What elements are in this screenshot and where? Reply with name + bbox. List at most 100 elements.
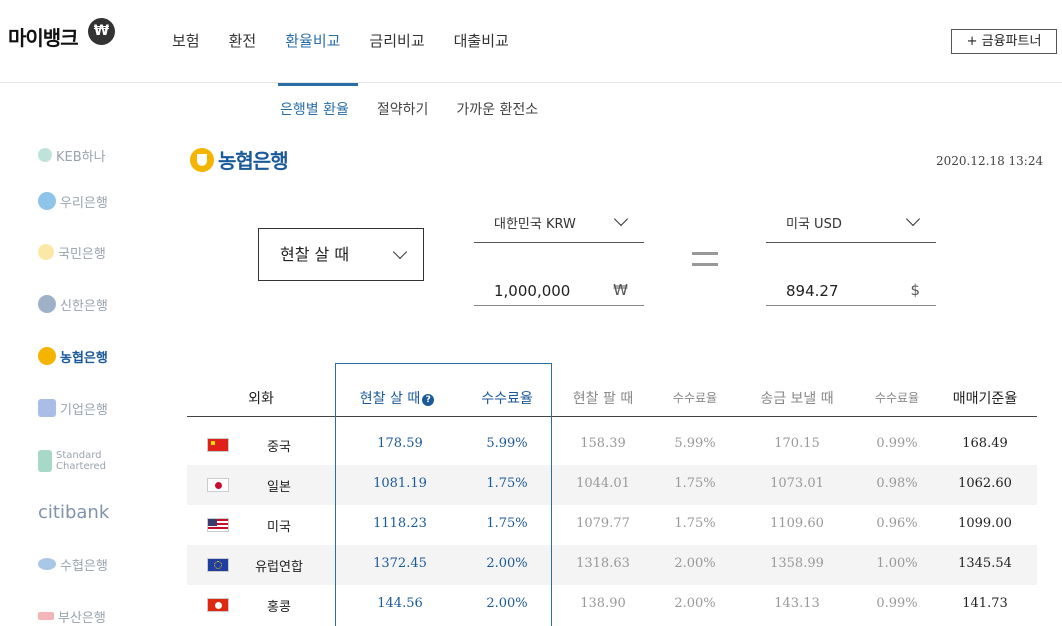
col-base-rate[interactable]: 매매기준율 bbox=[943, 388, 1027, 408]
col-cash-buy-fee[interactable]: 수수료율 bbox=[469, 388, 545, 408]
cash-buy-value: 178.59 bbox=[377, 436, 423, 451]
ibk-icon bbox=[38, 399, 56, 417]
sidebar-bank-label: Standard Chartered bbox=[56, 450, 107, 472]
to-currency-select[interactable]: 미국 USD bbox=[766, 211, 936, 243]
sidebar-bank-suhyup[interactable]: 수협은행 bbox=[38, 551, 108, 577]
nav-active-indicator bbox=[278, 83, 358, 86]
sidebar-bank-label: 농협은행 bbox=[60, 350, 108, 366]
tab-bank-rates[interactable]: 은행별 환율 bbox=[280, 99, 349, 119]
financial-partner-button[interactable]: + 금융파트너 bbox=[951, 29, 1057, 54]
hongkong-flag-icon bbox=[207, 598, 229, 612]
cash-buy-value: 144.56 bbox=[377, 596, 423, 611]
cash-buy-fee-value: 2.00% bbox=[486, 596, 528, 611]
kookmin-icon bbox=[38, 244, 54, 260]
cash-sell-value: 1318.63 bbox=[576, 556, 630, 571]
remit-send-value: 170.15 bbox=[774, 436, 820, 451]
cash-buy-fee-value: 1.75% bbox=[486, 476, 528, 491]
from-currency-value: 대한민국 KRW bbox=[494, 217, 576, 232]
remit-send-fee-value: 0.98% bbox=[876, 476, 918, 491]
sidebar-bank-woori[interactable]: 우리은행 bbox=[38, 188, 108, 214]
main-nav: 보험 환전 환율비교 금리비교 대출비교 bbox=[172, 30, 538, 51]
to-currency-value: 미국 USD bbox=[786, 217, 842, 232]
keb-hana-icon bbox=[38, 148, 52, 162]
chevron-down-icon bbox=[905, 211, 921, 227]
sidebar-bank-label: KEB하나 bbox=[56, 149, 106, 165]
cash-buy-value: 1372.45 bbox=[373, 556, 427, 571]
remit-send-fee-value: 0.99% bbox=[876, 436, 918, 451]
cash-sell-fee-value: 1.75% bbox=[674, 516, 716, 531]
from-amount-value: 1,000,000 bbox=[494, 282, 571, 300]
nav-exchange[interactable]: 환전 bbox=[229, 30, 257, 51]
transaction-type-select[interactable]: 현찰 살 때 bbox=[258, 228, 424, 281]
sidebar-bank-keb-hana[interactable]: KEB하나 bbox=[38, 142, 106, 168]
rate-timestamp: 2020.12.18 13:24 bbox=[936, 154, 1044, 168]
table-row-hongkong[interactable]: 홍콩 144.56 2.00% 138.90 2.00% 143.13 0.99… bbox=[187, 585, 1037, 625]
sidebar-bank-nonghyup[interactable]: 농협은행 bbox=[38, 343, 108, 369]
to-amount-input[interactable]: 894.27 $ bbox=[766, 276, 936, 306]
remit-send-fee-value: 1.00% bbox=[876, 556, 918, 571]
eu-flag-icon bbox=[207, 558, 229, 572]
col-currency: 외화 bbox=[248, 391, 274, 407]
col-remit-send-fee[interactable]: 수수료율 bbox=[857, 389, 937, 406]
table-row-china[interactable]: 중국 178.59 5.99% 158.39 5.99% 170.15 0.99… bbox=[187, 425, 1037, 465]
cash-buy-value: 1081.19 bbox=[373, 476, 427, 491]
table-row-eu[interactable]: 유럽연합 1372.45 2.00% 1318.63 2.00% 1358.99… bbox=[187, 545, 1037, 585]
col-cash-buy[interactable]: 현찰 살 때? bbox=[347, 388, 447, 408]
currency-name: 홍콩 bbox=[267, 600, 291, 615]
cash-sell-fee-value: 1.75% bbox=[674, 476, 716, 491]
sidebar-bank-standard-chartered[interactable]: Standard Chartered bbox=[38, 448, 128, 474]
sidebar-bank-citibank[interactable]: citibank bbox=[38, 499, 109, 525]
col-cash-sell[interactable]: 현찰 팔 때 bbox=[555, 388, 651, 408]
sub-tabs: 은행별 환율 절약하기 가까운 환전소 bbox=[280, 99, 566, 119]
sidebar-bank-ibk[interactable]: 기업은행 bbox=[38, 395, 108, 421]
cash-sell-value: 1079.77 bbox=[576, 516, 630, 531]
standard-chartered-icon bbox=[38, 450, 52, 472]
from-currency-select[interactable]: 대한민국 KRW bbox=[474, 211, 644, 243]
shinhan-icon bbox=[38, 295, 56, 313]
sidebar-bank-label: 수협은행 bbox=[60, 558, 108, 574]
nav-loan-compare[interactable]: 대출비교 bbox=[454, 30, 509, 51]
from-amount-input[interactable]: 1,000,000 ₩ bbox=[474, 276, 644, 306]
nav-interest-compare[interactable]: 금리비교 bbox=[369, 30, 424, 51]
table-row-usa[interactable]: 미국 1118.23 1.75% 1079.77 1.75% 1109.60 0… bbox=[187, 505, 1037, 545]
tab-nearby-exchange[interactable]: 가까운 환전소 bbox=[456, 99, 538, 119]
sidebar-bank-kookmin[interactable]: 국민은행 bbox=[38, 239, 106, 265]
woori-icon bbox=[38, 192, 56, 210]
remit-send-fee-value: 0.96% bbox=[876, 516, 918, 531]
base-rate-value: 1345.54 bbox=[958, 556, 1012, 571]
currency-name: 미국 bbox=[267, 520, 291, 535]
selected-bank-logo: 농협은행 bbox=[190, 145, 289, 174]
equals-icon bbox=[692, 252, 718, 266]
cash-sell-fee-value: 2.00% bbox=[674, 596, 716, 611]
site-logo[interactable]: 마이뱅크 bbox=[8, 22, 79, 51]
cash-sell-value: 158.39 bbox=[580, 436, 626, 451]
cash-sell-value: 1044.01 bbox=[576, 476, 630, 491]
col-cash-sell-fee[interactable]: 수수료율 bbox=[657, 389, 733, 406]
nav-insurance[interactable]: 보험 bbox=[172, 30, 200, 51]
sidebar-bank-busan[interactable]: 부산은행 bbox=[38, 603, 106, 626]
cash-sell-fee-value: 5.99% bbox=[674, 436, 716, 451]
cash-buy-fee-value: 5.99% bbox=[486, 436, 528, 451]
transaction-type-value: 현찰 살 때 bbox=[280, 245, 350, 264]
china-flag-icon bbox=[207, 438, 229, 452]
remit-send-value: 1358.99 bbox=[770, 556, 824, 571]
base-rate-value: 1062.60 bbox=[958, 476, 1012, 491]
won-symbol: ₩ bbox=[613, 281, 628, 299]
tab-savings[interactable]: 절약하기 bbox=[377, 99, 429, 119]
sidebar-bank-label: 기업은행 bbox=[60, 402, 108, 418]
table-row-japan[interactable]: 일본 1081.19 1.75% 1044.01 1.75% 1073.01 0… bbox=[187, 465, 1037, 505]
to-amount-value: 894.27 bbox=[786, 282, 839, 300]
currency-name: 유럽연합 bbox=[255, 560, 303, 575]
remit-send-value: 143.13 bbox=[774, 596, 820, 611]
sidebar-bank-label: 국민은행 bbox=[58, 246, 106, 262]
help-icon[interactable]: ? bbox=[422, 394, 435, 406]
nonghyup-logo-icon bbox=[190, 147, 214, 172]
busan-icon bbox=[38, 612, 54, 620]
sidebar-bank-label: 신한은행 bbox=[60, 298, 108, 314]
base-rate-value: 168.49 bbox=[962, 436, 1008, 451]
sidebar-bank-shinhan[interactable]: 신한은행 bbox=[38, 291, 108, 317]
nav-rate-compare[interactable]: 환율비교 bbox=[285, 30, 340, 51]
col-remit-send[interactable]: 송금 보낼 때 bbox=[747, 388, 847, 408]
header: 마이뱅크 ₩ 보험 환전 환율비교 금리비교 대출비교 + 금융파트너 bbox=[0, 0, 1062, 83]
currency-name: 중국 bbox=[267, 440, 291, 455]
